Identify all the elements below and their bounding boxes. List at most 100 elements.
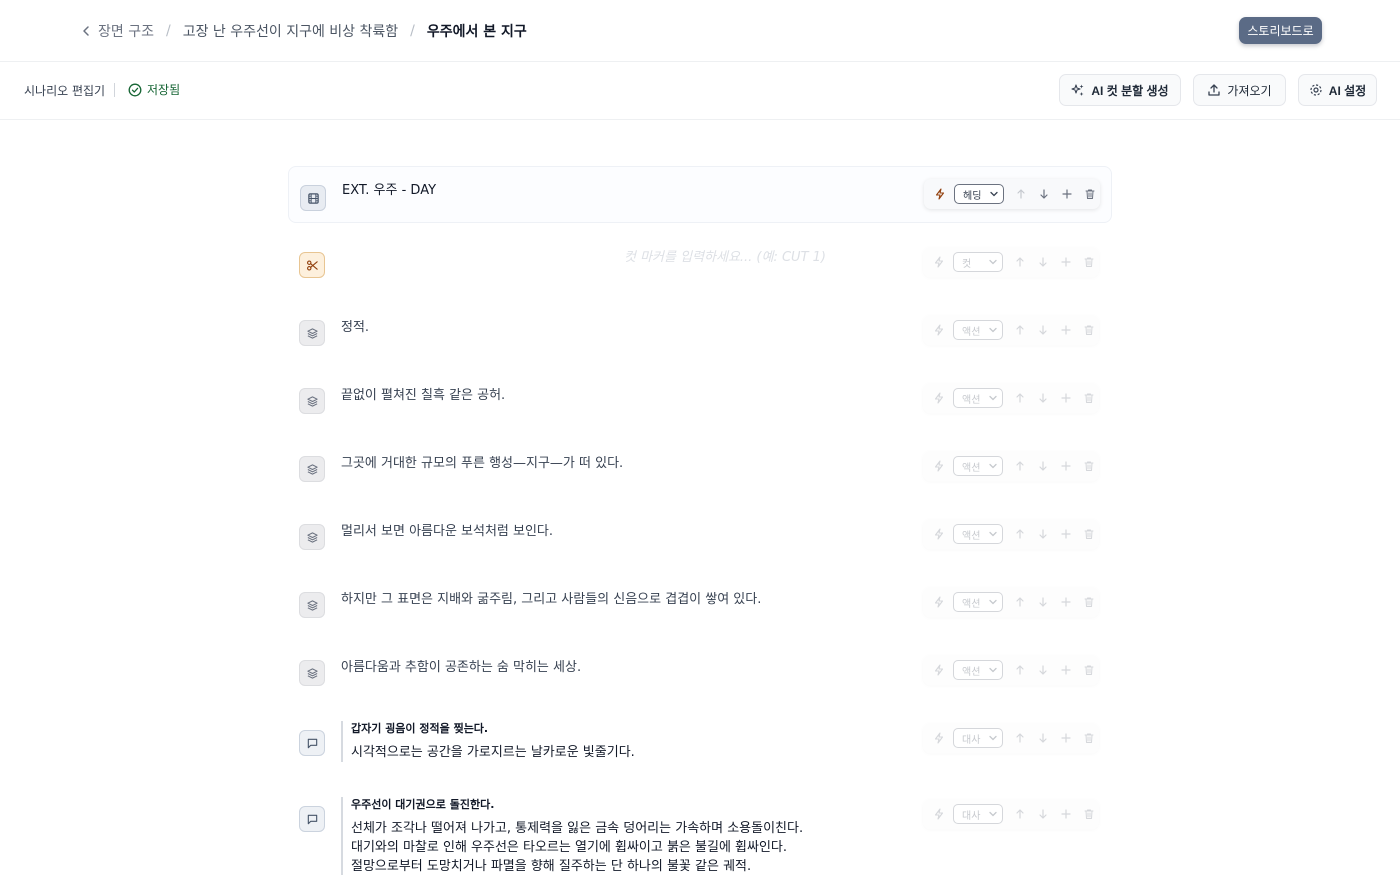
plus-icon[interactable] [1056, 804, 1076, 824]
trash-icon[interactable] [1079, 592, 1099, 612]
arrow-up-icon[interactable] [1010, 592, 1030, 612]
breadcrumb-parent-link[interactable]: 고장 난 우주선이 지구에 비상 착륙함 [183, 21, 398, 41]
action-text[interactable]: 그곳에 거대한 규모의 푸른 행성—지구—가 떠 있다. [341, 452, 623, 471]
arrow-up-icon[interactable] [1011, 184, 1031, 204]
scenario-block-dialogue[interactable]: 갑자기 굉음이 정적을 찢는다. 시각적으로는 공간을 가로지르는 날카로운 빛… [288, 710, 1112, 776]
plus-icon[interactable] [1056, 320, 1076, 340]
arrow-down-icon[interactable] [1033, 592, 1053, 612]
trash-icon[interactable] [1079, 524, 1099, 544]
trash-icon[interactable] [1079, 320, 1099, 340]
scenario-block-action[interactable]: 아름다움과 추함이 공존하는 숨 막히는 세상. 액션 [288, 642, 1112, 698]
block-type-select[interactable]: 액션 [953, 524, 1003, 544]
arrow-up-icon[interactable] [1010, 388, 1030, 408]
breadcrumb-separator: / [165, 23, 171, 39]
block-type-select[interactable]: 대사 [953, 804, 1003, 824]
dialogue-content[interactable]: 갑자기 굉음이 정적을 찢는다. 시각적으로는 공간을 가로지르는 날카로운 빛… [341, 721, 635, 762]
ai-lightning-icon[interactable] [929, 804, 949, 824]
arrow-down-icon[interactable] [1033, 660, 1053, 680]
scenario-block-action[interactable]: 끝없이 펼쳐진 칠흑 같은 공허. 액션 [288, 370, 1112, 426]
arrow-down-icon[interactable] [1033, 524, 1053, 544]
trash-icon[interactable] [1079, 660, 1099, 680]
plus-icon[interactable] [1056, 252, 1076, 272]
chevron-down-icon [989, 463, 997, 469]
scenario-block-cut[interactable]: 컷 마커를 입력하세요... (예: CUT 1) 컷 [288, 234, 1112, 290]
arrow-up-icon[interactable] [1010, 252, 1030, 272]
arrow-up-icon[interactable] [1010, 320, 1030, 340]
scenario-block-dialogue[interactable]: 우주선이 대기권으로 돌진한다. 선체가 조각나 떨어져 나가고, 통제력을 잃… [288, 786, 1112, 875]
block-type-value: 액션 [962, 326, 981, 338]
arrow-down-icon[interactable] [1033, 320, 1053, 340]
block-controls: 액션 [923, 315, 1099, 345]
ai-lightning-icon[interactable] [929, 252, 949, 272]
plus-icon[interactable] [1056, 524, 1076, 544]
trash-icon[interactable] [1080, 184, 1100, 204]
ai-lightning-icon[interactable] [929, 592, 949, 612]
block-type-select[interactable]: 대사 [953, 728, 1003, 748]
scenario-block-action[interactable]: 정적. 액션 [288, 302, 1112, 358]
action-text[interactable]: 정적. [341, 316, 369, 335]
scenario-block-heading[interactable]: EXT. 우주 - DAY 헤딩 [288, 166, 1112, 223]
arrow-down-icon[interactable] [1033, 456, 1053, 476]
arrow-up-icon[interactable] [1010, 728, 1030, 748]
arrow-down-icon[interactable] [1034, 184, 1054, 204]
ai-settings-button[interactable]: AI 설정 [1298, 74, 1377, 106]
arrow-down-icon[interactable] [1033, 804, 1053, 824]
breadcrumb-separator: / [410, 23, 415, 39]
plus-icon[interactable] [1056, 456, 1076, 476]
chevron-down-icon [990, 191, 998, 197]
plus-icon[interactable] [1056, 388, 1076, 408]
block-type-select[interactable]: 컷 [953, 252, 1003, 272]
scenario-block-action[interactable]: 멀리서 보면 아름다운 보석처럼 보인다. 액션 [288, 506, 1112, 562]
ai-lightning-icon[interactable] [929, 456, 949, 476]
action-text[interactable]: 하지만 그 표면은 지배와 굶주림, 그리고 사람들의 신음으로 겹겹이 쌓여 … [341, 588, 761, 607]
ai-lightning-icon[interactable] [929, 320, 949, 340]
block-type-select[interactable]: 액션 [953, 320, 1003, 340]
cut-marker-input[interactable]: 컷 마커를 입력하세요... (예: CUT 1) [624, 246, 826, 265]
trash-icon[interactable] [1079, 252, 1099, 272]
ai-lightning-icon[interactable] [929, 660, 949, 680]
trash-icon[interactable] [1079, 728, 1099, 748]
plus-icon[interactable] [1057, 184, 1077, 204]
trash-icon[interactable] [1079, 804, 1099, 824]
block-type-value: 액션 [962, 530, 981, 542]
arrow-down-icon[interactable] [1033, 388, 1053, 408]
arrow-down-icon[interactable] [1033, 252, 1053, 272]
trash-icon[interactable] [1079, 456, 1099, 476]
plus-icon[interactable] [1056, 728, 1076, 748]
block-type-value: 대사 [962, 734, 981, 746]
arrow-up-icon[interactable] [1010, 660, 1030, 680]
block-type-select[interactable]: 액션 [953, 592, 1003, 612]
arrow-up-icon[interactable] [1010, 456, 1030, 476]
ai-lightning-icon[interactable] [929, 728, 949, 748]
ai-lightning-icon[interactable] [930, 184, 950, 204]
block-type-select[interactable]: 액션 [953, 456, 1003, 476]
layers-icon [299, 524, 325, 550]
action-text[interactable]: 끝없이 펼쳐진 칠흑 같은 공허. [341, 384, 505, 403]
plus-icon[interactable] [1056, 660, 1076, 680]
action-text[interactable]: 아름다움과 추함이 공존하는 숨 막히는 세상. [341, 656, 581, 675]
layers-icon [299, 456, 325, 482]
chevron-left-icon [83, 26, 89, 36]
arrow-up-icon[interactable] [1010, 524, 1030, 544]
ai-lightning-icon[interactable] [929, 524, 949, 544]
dialogue-line: 선체가 조각나 떨어져 나가고, 통제력을 잃은 금속 덩어리는 가속하며 소용… [351, 821, 804, 836]
check-circle-icon [128, 83, 142, 96]
plus-icon[interactable] [1056, 592, 1076, 612]
arrow-down-icon[interactable] [1033, 728, 1053, 748]
arrow-up-icon[interactable] [1010, 804, 1030, 824]
ai-lightning-icon[interactable] [929, 388, 949, 408]
heading-text[interactable]: EXT. 우주 - DAY [342, 179, 436, 198]
block-type-select[interactable]: 액션 [953, 388, 1003, 408]
block-type-select[interactable]: 헤딩 [954, 184, 1004, 204]
dialogue-content[interactable]: 우주선이 대기권으로 돌진한다. 선체가 조각나 떨어져 나가고, 통제력을 잃… [341, 797, 803, 875]
scenario-block-action[interactable]: 하지만 그 표면은 지배와 굶주림, 그리고 사람들의 신음으로 겹겹이 쌓여 … [288, 574, 1112, 630]
block-controls: 액션 [923, 587, 1099, 617]
storyboard-button[interactable]: 스토리보드로 [1239, 17, 1322, 44]
breadcrumb-back-link[interactable]: 장면 구조 [80, 21, 154, 41]
action-text[interactable]: 멀리서 보면 아름다운 보석처럼 보인다. [341, 520, 553, 539]
import-button[interactable]: 가져오기 [1193, 74, 1286, 106]
trash-icon[interactable] [1079, 388, 1099, 408]
ai-cut-split-button[interactable]: AI 컷 분할 생성 [1059, 74, 1181, 106]
block-type-select[interactable]: 액션 [953, 660, 1003, 680]
scenario-block-action[interactable]: 그곳에 거대한 규모의 푸른 행성—지구—가 떠 있다. 액션 [288, 438, 1112, 494]
